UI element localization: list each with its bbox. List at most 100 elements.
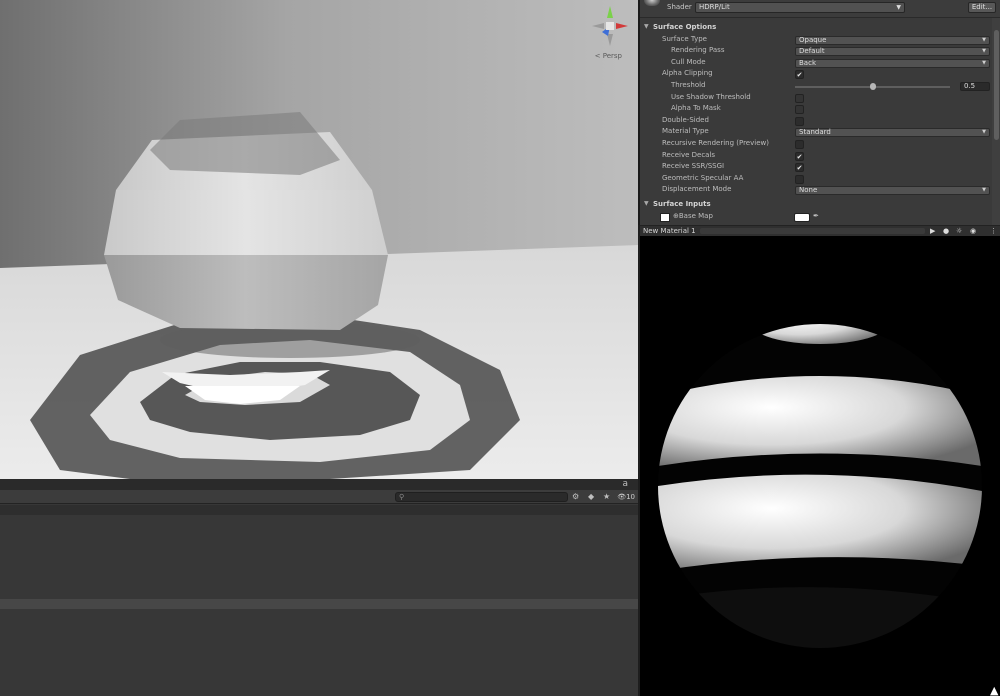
base-map-texture-slot[interactable] bbox=[660, 212, 670, 222]
foldout-arrow-icon: ▼ bbox=[644, 23, 649, 30]
option-label: Rendering Pass bbox=[671, 46, 725, 55]
dropdown-value: Opaque bbox=[799, 35, 827, 44]
filter-icon[interactable]: ⚙ bbox=[572, 491, 579, 503]
mouse-cursor-icon: ▲ bbox=[990, 684, 999, 696]
chevron-down-icon: ▼ bbox=[982, 48, 986, 55]
preview-header: New Material 1 ▶ ● ☼ ◉ ⋮ bbox=[640, 225, 1000, 236]
section-title: Surface Inputs bbox=[653, 200, 711, 208]
preview-sphere bbox=[658, 324, 982, 648]
panel-strip: a bbox=[0, 479, 638, 490]
scene-render bbox=[0, 0, 638, 479]
option-label: Cull Mode bbox=[671, 57, 706, 66]
material-thumbnail bbox=[644, 0, 660, 6]
panel-toolbar: ⚲ ⚙ ◆ ★ 👁10 bbox=[0, 490, 638, 504]
material-inspector: Shader HDRP/Lit ▼ Edit... ▼ Surface Opti… bbox=[638, 0, 1000, 225]
option-label: Surface Type bbox=[662, 34, 707, 43]
option-dropdown[interactable]: Opaque ▼ bbox=[795, 35, 990, 45]
corner-label: a bbox=[622, 479, 628, 489]
bottom-panel: a ⚲ ⚙ ◆ ★ 👁10 bbox=[0, 479, 638, 696]
option-label: Recursive Rendering (Preview) bbox=[662, 139, 769, 147]
chevron-down-icon: ▼ bbox=[896, 4, 901, 11]
light-icon[interactable]: ☼ bbox=[956, 226, 962, 236]
base-color-field[interactable] bbox=[794, 212, 810, 222]
sphere-icon[interactable]: ● bbox=[943, 226, 949, 236]
scrollbar-thumb[interactable] bbox=[994, 30, 999, 140]
visible-count-value: 10 bbox=[626, 493, 635, 501]
option-checkbox[interactable]: ✔ bbox=[795, 151, 804, 161]
option-label: Double-Sided bbox=[662, 115, 709, 124]
option-row: Recursive Rendering (Preview) bbox=[640, 139, 990, 151]
option-row: Alpha Clipping ✔ bbox=[640, 69, 990, 81]
option-dropdown[interactable]: None ▼ bbox=[795, 186, 990, 196]
option-row: Rendering Pass Default ▼ bbox=[640, 46, 990, 58]
preview-drag-bar[interactable] bbox=[700, 228, 925, 234]
option-label: Receive Decals bbox=[662, 150, 716, 159]
eyedropper-icon[interactable]: ✒ bbox=[813, 212, 819, 220]
option-label: Alpha To Mask bbox=[671, 104, 721, 113]
option-row: Cull Mode Back ▼ bbox=[640, 58, 990, 70]
shader-dropdown[interactable]: HDRP/Lit ▼ bbox=[695, 2, 905, 13]
option-checkbox[interactable]: ✔ bbox=[795, 70, 804, 80]
base-map-label: ⊕Base Map bbox=[673, 211, 713, 220]
option-row: Receive SSR/SSGI ✔ bbox=[640, 162, 990, 174]
foldout-arrow-icon: ▼ bbox=[644, 200, 649, 207]
chevron-down-icon: ▼ bbox=[982, 36, 986, 43]
option-label: Receive SSR/SSGI bbox=[662, 162, 725, 171]
option-row: Material Type Standard ▼ bbox=[640, 127, 990, 139]
projection-label[interactable]: < Persp bbox=[595, 52, 622, 60]
option-label: Alpha Clipping bbox=[662, 69, 713, 78]
settings-icon[interactable]: ◉ bbox=[970, 226, 976, 236]
chevron-down-icon: ▼ bbox=[982, 187, 986, 194]
panel-divider[interactable] bbox=[0, 599, 638, 609]
panel-header bbox=[0, 505, 638, 515]
option-label: Threshold bbox=[671, 81, 706, 89]
search-icon: ⚲ bbox=[399, 493, 405, 501]
option-row: Surface Type Opaque ▼ bbox=[640, 35, 990, 47]
surface-options-header[interactable]: ▼ Surface Options bbox=[640, 23, 990, 35]
option-checkbox[interactable] bbox=[795, 174, 804, 184]
more-icon[interactable]: ⋮ bbox=[990, 226, 997, 236]
chevron-down-icon: ▼ bbox=[982, 129, 986, 136]
base-map-row: ⊕Base Map ✒ bbox=[640, 212, 990, 224]
shader-label: Shader bbox=[667, 3, 692, 11]
option-label: Displacement Mode bbox=[662, 185, 732, 194]
play-icon[interactable]: ▶ bbox=[930, 226, 935, 236]
dropdown-value: Standard bbox=[799, 128, 831, 137]
dropdown-value: Default bbox=[799, 47, 825, 56]
material-name: New Material 1 bbox=[643, 227, 696, 235]
material-preview[interactable] bbox=[640, 236, 1000, 696]
visible-count[interactable]: 👁10 bbox=[617, 491, 635, 503]
option-dropdown[interactable]: Default ▼ bbox=[795, 47, 990, 57]
shader-value: HDRP/Lit bbox=[699, 3, 730, 11]
option-dropdown[interactable]: Standard ▼ bbox=[795, 128, 990, 138]
option-row: Threshold 0.5 bbox=[640, 81, 990, 93]
option-label: Material Type bbox=[662, 127, 709, 136]
option-checkbox[interactable] bbox=[795, 93, 804, 103]
scene-view[interactable]: < Persp bbox=[0, 0, 638, 479]
option-checkbox[interactable] bbox=[795, 105, 804, 115]
dropdown-value: Back bbox=[799, 58, 816, 67]
option-row: Double-Sided bbox=[640, 116, 990, 128]
option-row: Alpha To Mask bbox=[640, 104, 990, 116]
option-row: Use Shadow Threshold bbox=[640, 93, 990, 105]
threshold-value-field[interactable]: 0.5 bbox=[960, 82, 990, 91]
tag-icon[interactable]: ◆ bbox=[588, 491, 594, 503]
option-label: Geometric Specular AA bbox=[662, 173, 744, 182]
chevron-down-icon: ▼ bbox=[982, 59, 986, 66]
option-dropdown[interactable]: Back ▼ bbox=[795, 58, 990, 68]
inspector-scrollbar[interactable] bbox=[992, 18, 1000, 225]
star-icon[interactable]: ★ bbox=[603, 491, 610, 503]
option-row: Displacement Mode None ▼ bbox=[640, 185, 990, 197]
option-row: Geometric Specular AA bbox=[640, 174, 990, 186]
search-input[interactable]: ⚲ bbox=[395, 492, 568, 502]
threshold-slider-thumb[interactable] bbox=[869, 83, 876, 90]
section-title: Surface Options bbox=[653, 23, 717, 31]
option-checkbox[interactable] bbox=[795, 116, 804, 126]
option-checkbox[interactable] bbox=[795, 140, 804, 149]
edit-shader-button[interactable]: Edit... bbox=[968, 2, 996, 13]
shader-row: Shader HDRP/Lit ▼ Edit... bbox=[640, 0, 1000, 18]
option-checkbox[interactable]: ✔ bbox=[795, 163, 804, 173]
option-label: Use Shadow Threshold bbox=[671, 92, 751, 101]
option-row: Receive Decals ✔ bbox=[640, 151, 990, 163]
surface-inputs-header[interactable]: ▼ Surface Inputs bbox=[640, 200, 990, 212]
